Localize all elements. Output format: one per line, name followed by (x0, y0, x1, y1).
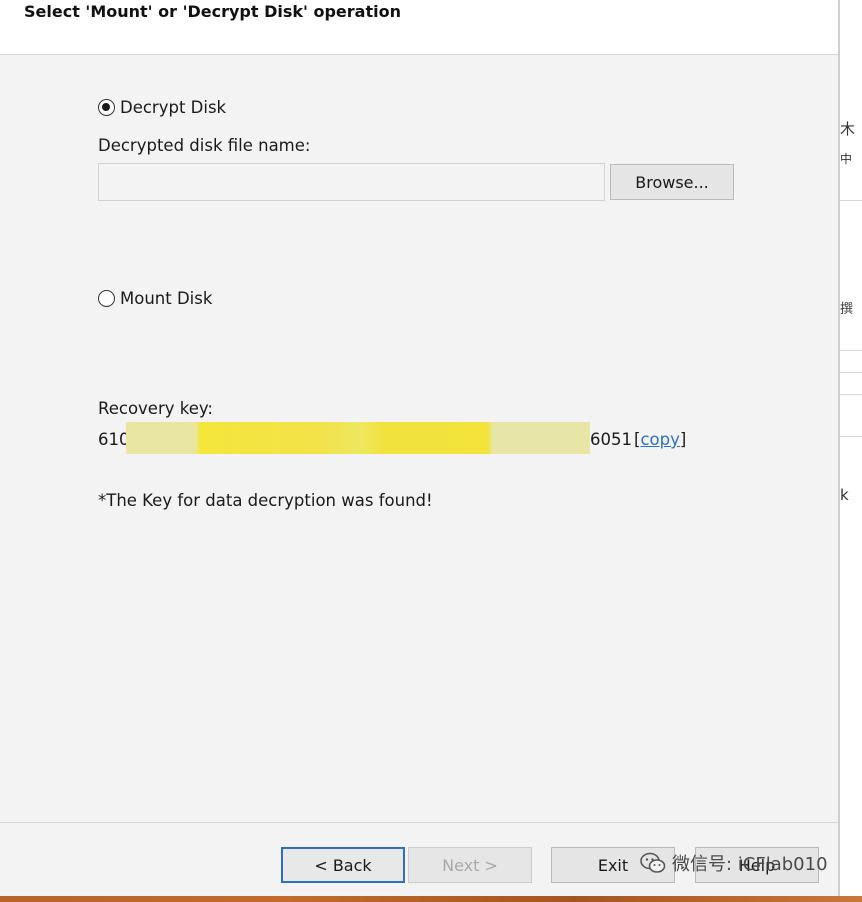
decrypted-file-label: Decrypted disk file name: (98, 136, 311, 155)
decrypt-disk-label: Decrypt Disk (120, 98, 227, 117)
bg-divider (840, 436, 862, 437)
recovery-key-value: 610 6051 [copy] (98, 422, 698, 454)
recovery-key-label: Recovery key: (98, 399, 213, 418)
bg-glyph-4: k (840, 486, 849, 504)
bg-divider (840, 350, 862, 351)
mount-disk-label: Mount Disk (120, 289, 213, 308)
watermark-text: 微信号: iCFlab010 (672, 854, 828, 875)
mount-disk-option[interactable]: Mount Disk (98, 289, 212, 308)
copy-control: [copy] (634, 430, 686, 449)
page-title: Select 'Mount' or 'Decrypt Disk' operati… (24, 2, 401, 21)
bg-divider (840, 394, 862, 395)
wizard-header: Select 'Mount' or 'Decrypt Disk' operati… (0, 0, 838, 55)
taskbar-edge (0, 896, 862, 902)
footer-divider (0, 822, 838, 823)
bg-glyph-1: 木 (840, 120, 856, 138)
status-message: *The Key for data decryption was found! (98, 491, 433, 510)
wizard-dialog: Select 'Mount' or 'Decrypt Disk' operati… (0, 0, 838, 902)
copy-link[interactable]: copy (640, 430, 679, 449)
recovery-key-suffix: 6051 (590, 430, 632, 449)
decrypt-disk-option[interactable]: Decrypt Disk (98, 98, 226, 117)
bg-divider (840, 200, 862, 201)
copy-bracket-close: ] (679, 430, 687, 449)
watermark: 微信号: iCFlab010 (640, 850, 828, 876)
decrypt-disk-radio[interactable] (98, 99, 115, 116)
bg-divider (840, 372, 862, 373)
wechat-icon (640, 852, 666, 873)
background-window-edge: 木 中 撰 k (838, 0, 862, 902)
decrypted-file-input[interactable] (98, 163, 605, 201)
bg-glyph-2: 中 (840, 152, 853, 166)
browse-button[interactable]: Browse... (610, 164, 734, 200)
mount-disk-radio[interactable] (98, 290, 115, 307)
bg-glyph-3: 撰 (840, 302, 854, 317)
back-button[interactable]: < Back (281, 847, 405, 883)
next-button[interactable]: Next > (408, 847, 532, 883)
redaction-mark (126, 422, 590, 454)
recovery-key-prefix: 610 (98, 430, 130, 449)
